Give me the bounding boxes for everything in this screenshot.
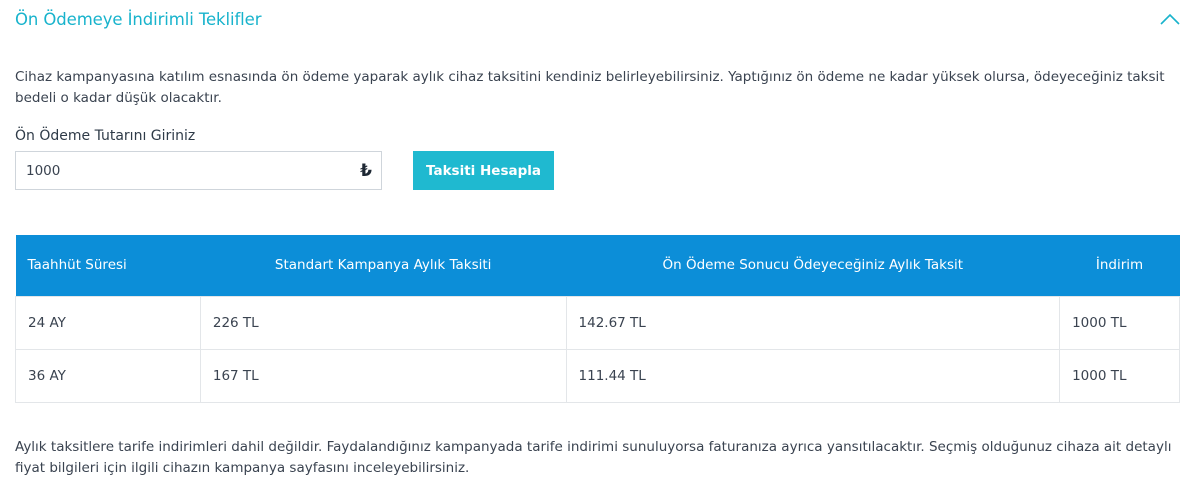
header-discount: İndirim (1059, 235, 1180, 296)
prepayment-amount-input[interactable] (16, 152, 336, 189)
footnote: Aylık taksitlere tarife indirimleri dahi… (15, 439, 1172, 476)
amount-label: Ön Ödeme Tutarını Giriniz (15, 128, 196, 144)
amount-field-wrapper: ₺ (15, 151, 382, 190)
chevron-up-icon[interactable] (1159, 11, 1181, 27)
cell-standard-installment: 167 TL (199, 348, 567, 403)
cell-discount: 1000 TL (1059, 295, 1180, 350)
table-header-row: Taahhüt Süresi Standart Kampanya Aylık T… (15, 235, 1180, 296)
installment-table: Taahhüt Süresi Standart Kampanya Aylık T… (15, 235, 1180, 403)
header-prepaid-installment: Ön Ödeme Sonucu Ödeyeceğiniz Aylık Taksi… (566, 235, 1060, 296)
section-header[interactable]: Ön Ödemeye İndirimli Teklifler (0, 0, 1200, 42)
header-commitment-period: Taahhüt Süresi (15, 235, 201, 296)
cell-standard-installment: 226 TL (199, 295, 567, 350)
calculate-installment-button[interactable]: Taksiti Hesapla (413, 151, 554, 190)
header-standard-installment: Standart Kampanya Aylık Taksiti (200, 235, 567, 296)
cell-commitment-period: 36 AY (15, 348, 201, 403)
table-row: 24 AY 226 TL 142.67 TL 1000 TL (15, 295, 1180, 350)
offer-description: Cihaz kampanyasına katılım esnasında ön … (15, 69, 1165, 106)
cell-prepaid-installment: 111.44 TL (565, 348, 1061, 403)
section-title: Ön Ödemeye İndirimli Teklifler (15, 10, 262, 29)
table-row: 36 AY 167 TL 111.44 TL 1000 TL (15, 348, 1180, 403)
cell-discount: 1000 TL (1059, 348, 1180, 403)
cell-commitment-period: 24 AY (15, 295, 201, 350)
lira-icon: ₺ (360, 161, 372, 181)
cell-prepaid-installment: 142.67 TL (565, 295, 1061, 350)
